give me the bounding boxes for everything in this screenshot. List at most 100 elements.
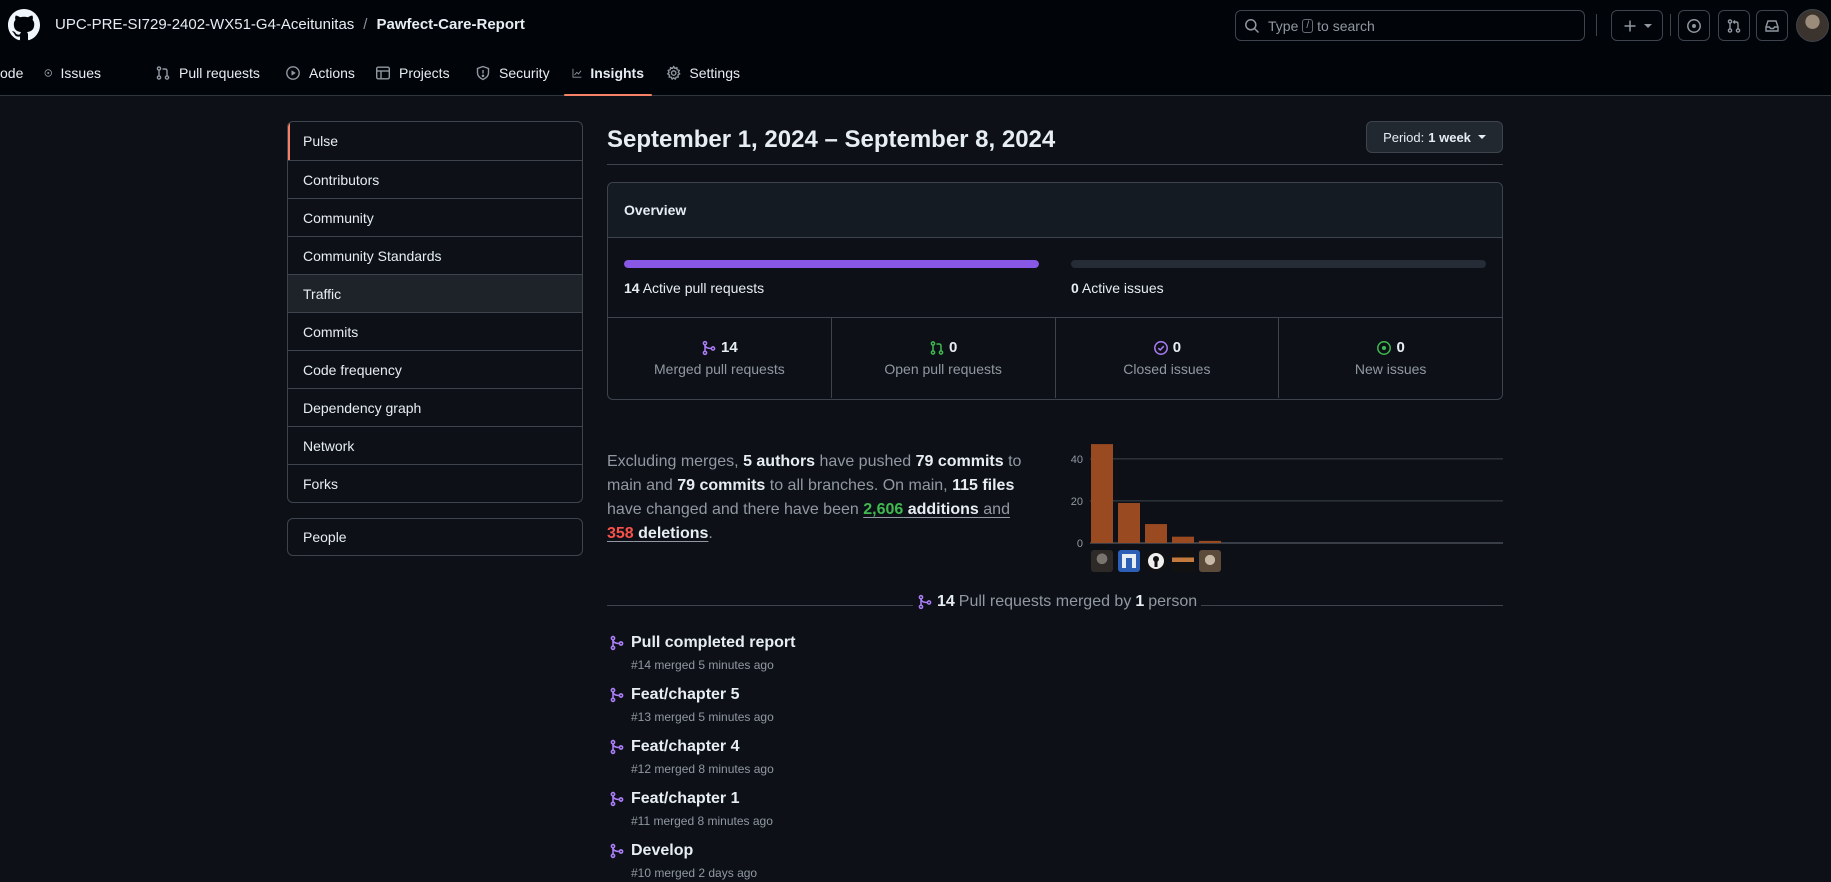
pr-title-link[interactable]: Feat/chapter 1 [631,789,1207,809]
summary-text: have pushed [815,453,916,470]
sidebar-item-network[interactable]: Network [288,426,582,464]
active-prs-link[interactable]: 14 Active pull requests [624,280,764,296]
chart-bar[interactable] [1199,540,1221,543]
summary-text: Excluding merges, [607,453,744,470]
sidebar-item-community[interactable]: Community [288,198,582,236]
header-divider [1596,14,1597,36]
sidebar-item-code-frequency[interactable]: Code frequency [288,350,582,388]
triangle-down-icon [1644,23,1652,28]
contributor-avatar[interactable] [1091,550,1113,572]
chart-bar[interactable] [1118,503,1140,543]
contributor-avatar[interactable] [1199,550,1221,572]
contributor-avatar[interactable] [1172,550,1194,572]
tab-security[interactable]: Security [467,56,564,90]
git-pull-request-icon [156,66,170,80]
sidebar-item-pulse[interactable]: Pulse [288,122,582,160]
list-item: Pull completed report #14 merged 5 minut… [607,633,1207,685]
stat-value: 0 [948,339,958,356]
pr-title-link[interactable]: Develop [631,841,1207,861]
summary-text: . [708,525,713,542]
pr-title-link[interactable]: Feat/chapter 4 [631,737,1207,757]
github-logo-icon[interactable] [8,9,40,41]
stat-new-issues[interactable]: 0 New issues [1278,318,1502,398]
additions-word: additions [903,501,979,518]
tab-pull-requests[interactable]: Pull requests [147,56,277,90]
stat-label: Closed issues [1123,361,1211,377]
chart-bar[interactable] [1091,444,1113,543]
stat-label: Merged pull requests [654,361,785,377]
stat-value: 0 [1396,339,1405,356]
identicon-icon [1122,554,1136,568]
merged-text: person [1148,593,1198,610]
additions-link[interactable]: 2,606 additions and [863,501,1010,518]
summary-authors: 5 authors [743,453,816,470]
breadcrumb-separator: / [363,16,368,33]
top-bar: UPC-PRE-SI729-2402-WX51-G4-Aceitunitas /… [0,0,1831,50]
user-avatar[interactable] [1796,9,1829,42]
stat-value: 14 [721,339,738,356]
pull-requests-button[interactable] [1718,10,1750,41]
issue-opened-icon [44,69,52,77]
emblem-icon [1148,553,1164,569]
chart-bar[interactable] [1145,524,1167,543]
repo-nav-tabs: ode Issues Pull requests Actions Project… [0,56,748,96]
overview-stats: 14 Merged pull requests 0 Open pull requ… [608,318,1502,398]
summary-text: to all branches. On main, [765,477,953,494]
tab-label: Security [499,65,550,81]
summary-files: 115 files [952,477,1015,494]
stat-open-prs[interactable]: 0 Open pull requests [830,318,1055,398]
sidebar-item-contributors[interactable]: Contributors [288,160,582,198]
git-merge-icon [610,791,624,807]
sidebar-item-commits[interactable]: Commits [288,312,582,350]
period-dropdown-button[interactable]: Period: 1 week [1366,121,1503,153]
pr-title-link[interactable]: Feat/chapter 5 [631,685,1207,705]
y-tick-label: 20 [1071,496,1083,508]
git-pull-request-icon [930,340,944,355]
tab-code[interactable]: ode [0,56,40,90]
breadcrumb-repo[interactable]: Pawfect-Care-Report [376,16,524,33]
tab-issues[interactable]: Issues [36,56,109,90]
breadcrumb-owner[interactable]: UPC-PRE-SI729-2402-WX51-G4-Aceitunitas [55,16,354,33]
pr-title-link[interactable]: Pull completed report [631,633,1207,653]
deletions-word: deletions [633,525,709,542]
merged-prs-heading: 14 Pull requests merged by 1 person [913,593,1202,611]
deletions-count: 358 [607,525,634,542]
create-new-button[interactable] [1611,10,1663,41]
sidebar-item-people[interactable]: People [287,518,583,556]
contributor-avatar[interactable] [1145,550,1167,572]
tab-actions[interactable]: Actions [277,56,367,90]
active-prs-bar [624,260,1039,268]
graph-icon [572,68,582,78]
table-icon [376,66,391,80]
merged-count: 14 [937,593,955,610]
search-input[interactable]: Type / to search [1235,10,1585,41]
list-item: Feat/chapter 5 #13 merged 5 minutes ago [607,685,1207,737]
tab-settings[interactable]: Settings [658,56,748,90]
git-merge-icon [610,739,624,755]
tab-insights[interactable]: Insights [564,56,652,96]
sidebar-item-forks[interactable]: Forks [288,464,582,502]
list-item: Feat/chapter 4 #12 merged 8 minutes ago [607,737,1207,789]
stat-merged-prs[interactable]: 14 Merged pull requests [608,318,831,398]
gear-icon [666,65,681,81]
active-issues-link[interactable]: 0 Active issues [1071,280,1164,296]
git-merge-icon [918,594,932,610]
search-prefix: Type [1268,17,1299,34]
sidebar-item-traffic[interactable]: Traffic [288,274,582,312]
issues-button[interactable] [1678,10,1710,41]
tab-projects[interactable]: Projects [367,56,467,90]
deletions-link[interactable]: 358 deletions [607,525,708,542]
inbox-button[interactable] [1756,10,1788,41]
stat-closed-issues[interactable]: 0 Closed issues [1054,318,1279,398]
summary-text: and [978,501,1010,518]
contributor-avatar[interactable] [1118,550,1140,572]
pr-meta: #12 merged 8 minutes ago [631,762,774,776]
overview-title: Overview [608,183,1502,238]
chart-bar[interactable] [1172,536,1194,543]
sidebar-item-community-standards[interactable]: Community Standards [288,236,582,274]
sidebar-item-dependency-graph[interactable]: Dependency graph [288,388,582,426]
tab-label: Projects [399,65,450,81]
list-item: Develop #10 merged 2 days ago [607,841,1207,882]
active-issues-count: 0 [1071,280,1079,296]
issue-opened-icon [1377,340,1392,355]
